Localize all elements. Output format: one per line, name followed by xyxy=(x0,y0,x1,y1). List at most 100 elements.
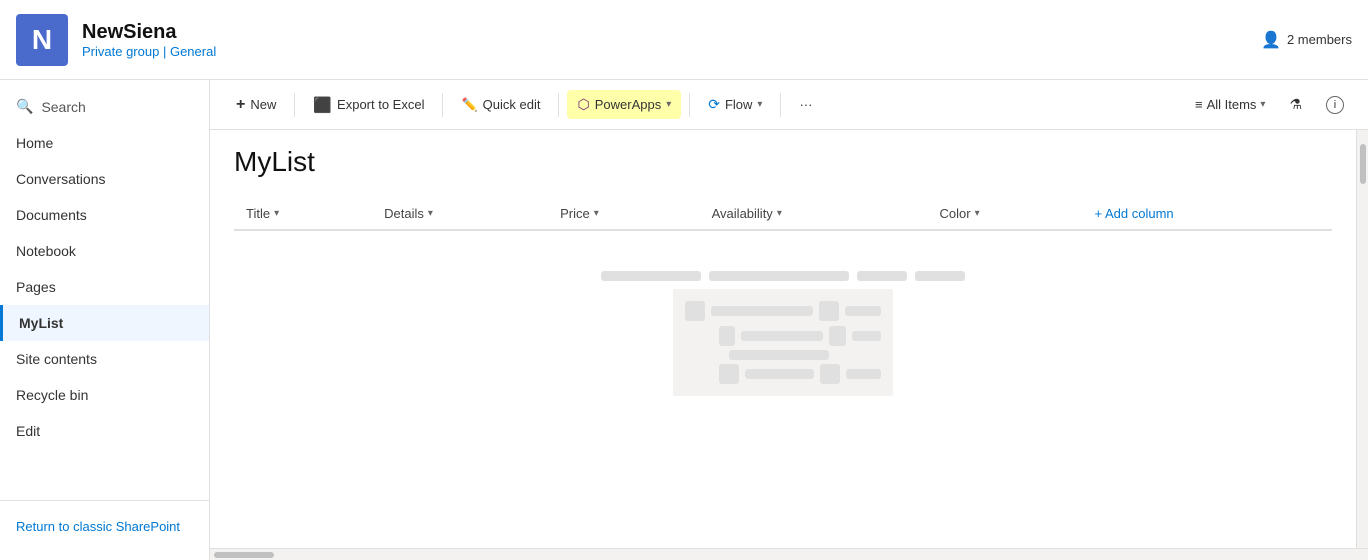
col-details: Details ▾ xyxy=(372,198,548,230)
col-title-label: Title xyxy=(246,206,270,221)
return-classic-button[interactable]: Return to classic SharePoint xyxy=(0,509,209,544)
col-price-sort-icon[interactable]: ▾ xyxy=(594,208,599,219)
new-button[interactable]: + New xyxy=(226,90,286,120)
col-details-label: Details xyxy=(384,206,424,221)
skeleton-group-1 xyxy=(673,289,893,396)
quick-edit-button[interactable]: ✏️ Quick edit xyxy=(451,91,550,119)
info-icon: i xyxy=(1326,96,1344,114)
sidebar-item-site-contents[interactable]: Site contents xyxy=(0,341,209,377)
col-availability: Availability ▾ xyxy=(700,198,928,230)
export-excel-button[interactable]: ⬛ Export to Excel xyxy=(303,90,434,120)
sidebar-bottom: Return to classic SharePoint xyxy=(0,500,209,552)
skel-block xyxy=(745,369,815,379)
skel-sub xyxy=(685,326,881,384)
toolbar-right: ≡ All Items ▾ ⚗ i xyxy=(1187,92,1352,118)
toolbar-divider-2 xyxy=(442,93,443,117)
skel-block xyxy=(819,301,839,321)
toolbar: + New ⬛ Export to Excel ✏️ Quick edit ⬡ … xyxy=(210,80,1368,130)
channel-name[interactable]: General xyxy=(170,44,216,59)
sidebar-item-pages-label: Pages xyxy=(16,279,56,295)
list-title: MyList xyxy=(234,146,1332,178)
sidebar-item-conversations[interactable]: Conversations xyxy=(0,161,209,197)
horizontal-scrollbar[interactable] xyxy=(210,548,1368,560)
col-title-sort-icon[interactable]: ▾ xyxy=(274,208,279,219)
site-logo: N xyxy=(16,14,68,66)
skel-block xyxy=(857,271,907,281)
flow-button[interactable]: ⟳ Flow ▾ xyxy=(698,90,772,119)
col-add[interactable]: + Add column xyxy=(1083,198,1332,230)
header-text: NewSiena Private group | General xyxy=(82,21,216,59)
more-label: ··· xyxy=(799,97,812,112)
toolbar-divider-3 xyxy=(558,93,559,117)
quick-edit-label: Quick edit xyxy=(483,97,541,112)
skel-row xyxy=(719,364,881,384)
table-header: Title ▾ Details ▾ xyxy=(234,198,1332,230)
sidebar-item-notebook[interactable]: Notebook xyxy=(0,233,209,269)
list-and-scrollbar: MyList Title ▾ D xyxy=(210,130,1368,548)
sidebar-item-pages[interactable]: Pages xyxy=(0,269,209,305)
filter-icon: ⚗ xyxy=(1289,96,1302,113)
sidebar-item-home[interactable]: Home xyxy=(0,125,209,161)
new-label: New xyxy=(250,97,276,112)
list-table: Title ▾ Details ▾ xyxy=(234,198,1332,231)
h-scrollbar-thumb[interactable] xyxy=(214,552,274,558)
powerapps-button[interactable]: ⬡ PowerApps ▾ xyxy=(567,90,681,119)
sidebar-item-mylist-label: MyList xyxy=(19,315,63,331)
all-items-label: All Items xyxy=(1207,97,1257,112)
content-area: + New ⬛ Export to Excel ✏️ Quick edit ⬡ … xyxy=(210,80,1368,560)
skel-block xyxy=(845,306,881,316)
sidebar-item-recycle-bin[interactable]: Recycle bin xyxy=(0,377,209,413)
col-color-sort-icon[interactable]: ▾ xyxy=(975,208,980,219)
site-subtitle: Private group | General xyxy=(82,44,216,59)
sidebar-item-conversations-label: Conversations xyxy=(16,171,106,187)
all-items-chevron-icon: ▾ xyxy=(1260,99,1265,110)
info-button[interactable]: i xyxy=(1318,92,1352,118)
members-count-area[interactable]: 👤 2 members xyxy=(1261,30,1352,50)
list-area: MyList Title ▾ D xyxy=(210,130,1356,548)
search-button[interactable]: 🔍 Search xyxy=(0,88,209,125)
vertical-scrollbar[interactable] xyxy=(1356,130,1368,548)
edit-icon: ✏️ xyxy=(461,97,477,113)
filter-button[interactable]: ⚗ xyxy=(1281,92,1310,117)
flow-label: Flow xyxy=(725,97,752,112)
skel-block xyxy=(729,350,829,360)
excel-icon: ⬛ xyxy=(313,96,332,114)
toolbar-divider-4 xyxy=(689,93,690,117)
skel-block xyxy=(741,331,823,341)
export-label: Export to Excel xyxy=(337,97,424,112)
sidebar-item-mylist[interactable]: MyList xyxy=(0,305,209,341)
skel-block xyxy=(829,326,845,346)
col-color: Color ▾ xyxy=(927,198,1082,230)
sidebar-item-documents-label: Documents xyxy=(16,207,87,223)
person-icon: 👤 xyxy=(1261,30,1281,50)
skel-row xyxy=(719,350,881,360)
skel-block xyxy=(846,369,881,379)
powerapps-icon: ⬡ xyxy=(577,96,589,113)
skel-row xyxy=(685,301,881,321)
col-price-label: Price xyxy=(560,206,590,221)
skeleton-row-top xyxy=(601,271,965,281)
more-button[interactable]: ··· xyxy=(789,91,822,118)
main-layout: 🔍 Search Home Conversations Documents No… xyxy=(0,80,1368,560)
skel-block xyxy=(709,271,849,281)
sidebar-item-edit[interactable]: Edit xyxy=(0,413,209,449)
skel-block xyxy=(915,271,965,281)
sidebar-item-documents[interactable]: Documents xyxy=(0,197,209,233)
sidebar-item-recycle-bin-label: Recycle bin xyxy=(16,387,88,403)
add-column-label[interactable]: + Add column xyxy=(1095,206,1174,221)
view-icon: ≡ xyxy=(1195,97,1203,112)
powerapps-label: PowerApps xyxy=(595,97,661,112)
all-items-button[interactable]: ≡ All Items ▾ xyxy=(1187,93,1273,116)
members-count: 2 members xyxy=(1287,32,1352,47)
toolbar-divider-5 xyxy=(780,93,781,117)
col-color-label: Color xyxy=(939,206,970,221)
flow-chevron-icon: ▾ xyxy=(757,99,762,110)
scrollbar-thumb[interactable] xyxy=(1360,144,1366,184)
skel-block xyxy=(601,271,701,281)
col-details-sort-icon[interactable]: ▾ xyxy=(428,208,433,219)
col-availability-sort-icon[interactable]: ▾ xyxy=(777,208,782,219)
skeleton-loader xyxy=(234,271,1332,396)
skel-block xyxy=(820,364,840,384)
sidebar-nav: Home Conversations Documents Notebook Pa… xyxy=(0,125,209,449)
sidebar-item-site-contents-label: Site contents xyxy=(16,351,97,367)
